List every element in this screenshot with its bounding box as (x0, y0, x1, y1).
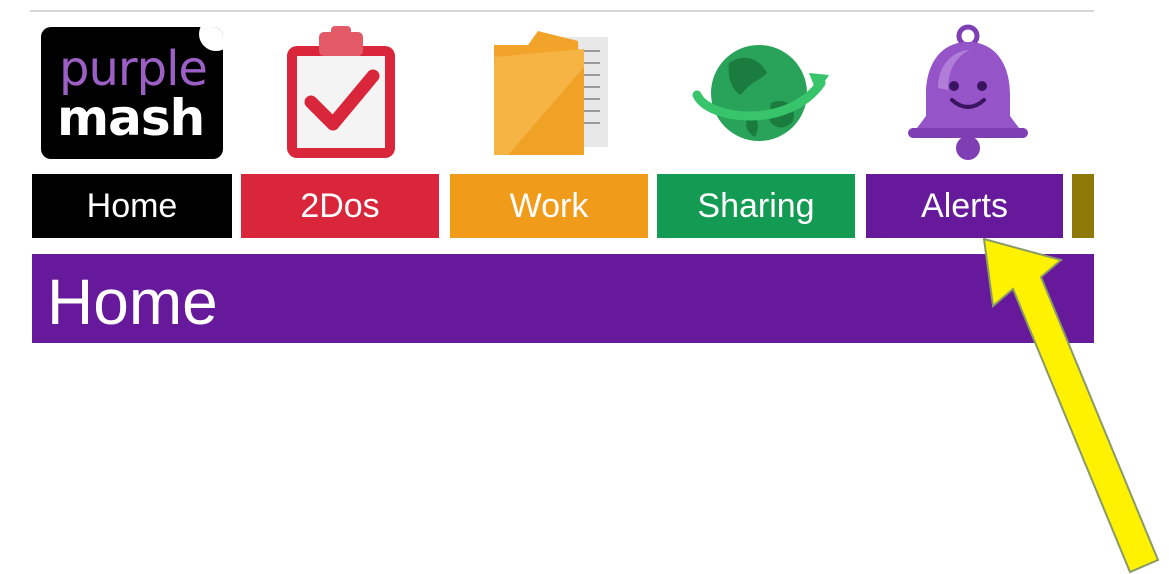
bell-icon[interactable] (898, 24, 1038, 162)
tab-overflow-background (1072, 174, 1094, 238)
clipboard-check-icon[interactable] (281, 24, 401, 162)
logo-text-mash: mash (57, 89, 205, 147)
tab-work[interactable]: Work (450, 174, 648, 238)
tab-2dos-label: 2Dos (300, 186, 380, 225)
tab-alerts-label: Alerts (921, 186, 1008, 225)
tab-home[interactable]: Home (32, 174, 232, 238)
tab-2dos[interactable]: 2Dos (241, 174, 439, 238)
tab-work-label: Work (509, 186, 589, 225)
nav-tabs: Home 2Dos Work Sharing Alerts (32, 174, 1094, 238)
sharing-icon-slot[interactable] (659, 22, 859, 164)
globe-icon[interactable] (689, 33, 829, 153)
purple-mash-logo[interactable]: purple mash (41, 27, 223, 159)
logo-text-purple: purple (59, 41, 208, 97)
tab-overflow[interactable] (1072, 174, 1094, 238)
top-divider (30, 10, 1094, 12)
tab-home-label: Home (86, 186, 178, 225)
page: purple mash Home 2Dos Work Sharing Alert… (0, 0, 1169, 574)
tab-sharing-label: Sharing (697, 186, 815, 225)
work-icon-slot[interactable] (450, 22, 650, 164)
page-title: Home (47, 266, 218, 338)
todos-icon-slot[interactable] (241, 22, 441, 164)
home-logo-slot[interactable]: purple mash (32, 22, 232, 164)
folder-icon[interactable] (488, 27, 612, 159)
alerts-icon-slot[interactable] (868, 22, 1068, 164)
tab-alerts[interactable]: Alerts (866, 174, 1063, 238)
tab-sharing[interactable]: Sharing (657, 174, 855, 238)
page-title-bar: Home (32, 254, 1094, 343)
nav-icon-row: purple mash (32, 22, 1094, 164)
